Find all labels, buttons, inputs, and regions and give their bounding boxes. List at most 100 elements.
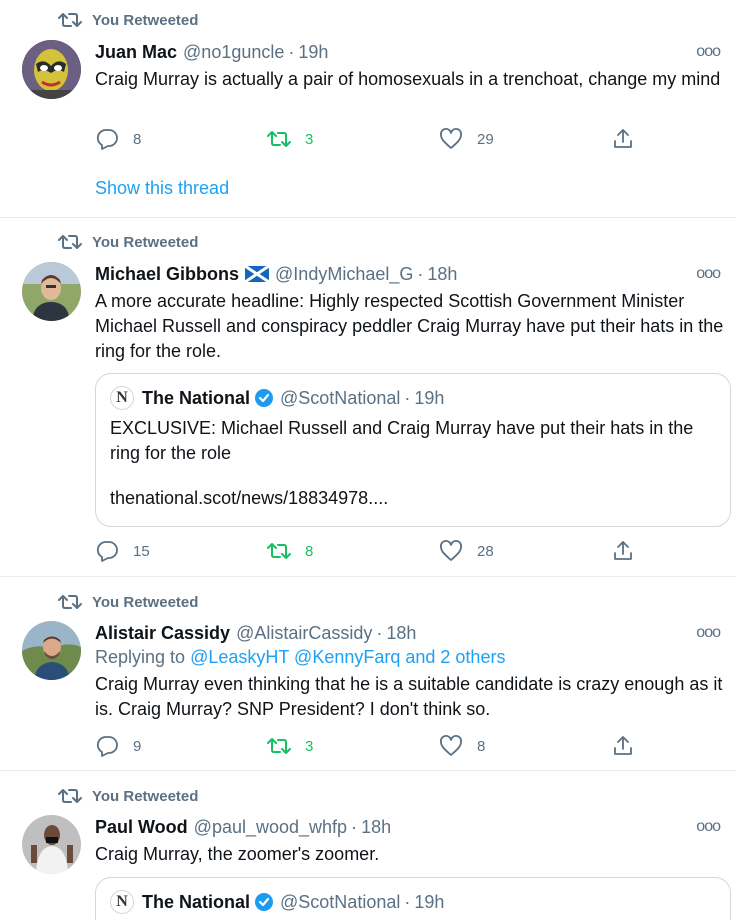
separator-dot: · <box>404 387 411 408</box>
display-name[interactable]: Paul Wood <box>95 817 188 838</box>
timestamp[interactable]: 19h <box>298 42 328 63</box>
quoted-handle: @ScotNational <box>280 891 401 912</box>
tweet-text: A more accurate headline: Highly respect… <box>95 291 724 361</box>
like-count: 8 <box>477 737 486 755</box>
timestamp[interactable]: 18h <box>386 623 416 644</box>
verified-badge-icon <box>255 389 274 407</box>
reply-icon <box>96 736 118 757</box>
quoted-tweet[interactable]: N The National @ScotNational · 19h EXCLU… <box>95 373 731 527</box>
user-handle[interactable]: @paul_wood_whfp <box>194 817 347 838</box>
quoted-display-name: The National <box>142 387 251 408</box>
retweet-label: You Retweeted <box>92 593 199 611</box>
retweet-icon <box>267 543 291 559</box>
tweet[interactable]: You Retweeted Juan Mac @no1guncle · 19h … <box>0 0 736 218</box>
retweet-icon <box>58 789 82 803</box>
like-button[interactable]: 28 <box>439 539 589 563</box>
separator-dot: · <box>417 263 424 284</box>
user-photo-avatar <box>22 262 81 321</box>
timestamp[interactable]: 18h <box>361 817 391 838</box>
heart-icon <box>440 128 462 149</box>
the-national-logo-icon: N <box>110 890 134 914</box>
retweet-context: You Retweeted <box>58 593 198 611</box>
retweet-icon <box>58 235 82 249</box>
quoted-link[interactable]: thenational.scot/news/18834978.... <box>110 488 716 509</box>
quoted-timestamp: 19h <box>414 891 445 912</box>
like-count: 29 <box>477 130 494 148</box>
retweet-icon <box>58 595 82 609</box>
like-button[interactable]: 29 <box>439 127 589 151</box>
separator-dot: · <box>351 816 358 837</box>
separator-dot: · <box>376 622 383 643</box>
retweet-context: You Retweeted <box>58 787 198 805</box>
tweet[interactable]: You Retweeted Alistair Cassidy @Alistair… <box>0 577 736 771</box>
tweet-text: Craig Murray, the zoomer's zoomer. <box>95 844 380 864</box>
retweet-icon <box>58 13 82 27</box>
like-button[interactable]: 8 <box>439 734 589 758</box>
retweet-count: 3 <box>305 737 314 755</box>
avatar[interactable] <box>22 621 81 680</box>
tweet[interactable]: You Retweeted Michael Gibbons @IndyMicha… <box>0 218 736 577</box>
user-handle[interactable]: @no1guncle <box>183 42 284 63</box>
replying-to: Replying to @LeaskyHT @KennyFarq and 2 o… <box>95 645 728 669</box>
quoted-tweet[interactable]: N The National @ScotNational · 19h <box>95 877 731 920</box>
timestamp[interactable]: 18h <box>427 264 457 285</box>
reply-count: 15 <box>133 542 150 560</box>
reply-count: 9 <box>133 737 142 755</box>
retweet-label: You Retweeted <box>92 787 199 805</box>
retweet-count: 3 <box>305 130 314 148</box>
display-name[interactable]: Juan Mac <box>95 42 177 63</box>
heart-icon <box>440 735 462 756</box>
reply-count: 8 <box>133 130 142 148</box>
retweet-label: You Retweeted <box>92 233 199 251</box>
retweet-button[interactable]: 3 <box>267 127 417 151</box>
scotland-flag-icon <box>245 266 270 282</box>
reply-button[interactable]: 9 <box>95 734 245 758</box>
like-count: 28 <box>477 542 494 560</box>
more-options-icon[interactable]: ooo <box>696 43 721 61</box>
share-icon <box>614 129 632 148</box>
share-button[interactable] <box>611 539 635 563</box>
share-button[interactable] <box>611 127 635 151</box>
share-icon <box>614 541 632 560</box>
reply-icon <box>96 541 118 562</box>
verified-badge-icon <box>255 893 274 911</box>
avatar[interactable] <box>22 815 81 874</box>
separator-dot: · <box>404 891 411 912</box>
quoted-text: EXCLUSIVE: Michael Russell and Craig Mur… <box>110 418 694 463</box>
retweet-icon <box>267 738 291 754</box>
reply-icon <box>96 129 118 150</box>
avatar[interactable] <box>22 262 81 321</box>
share-icon <box>614 736 632 755</box>
retweet-button[interactable]: 3 <box>267 734 417 758</box>
quoted-handle: @ScotNational <box>280 387 401 408</box>
more-options-icon[interactable]: ooo <box>696 265 721 283</box>
reply-button[interactable]: 15 <box>95 539 245 563</box>
reply-button[interactable]: 8 <box>95 127 245 151</box>
show-thread-link[interactable]: Show this thread <box>95 178 229 199</box>
more-options-icon[interactable]: ooo <box>696 818 721 836</box>
retweet-icon <box>267 131 291 147</box>
more-options-icon[interactable]: ooo <box>696 624 721 642</box>
avatar[interactable] <box>22 40 81 99</box>
user-handle[interactable]: @IndyMichael_G <box>275 264 413 285</box>
display-name[interactable]: Michael Gibbons <box>95 264 239 285</box>
replying-to-link[interactable]: @LeaskyHT @KennyFarq and 2 others <box>190 647 505 667</box>
retweet-count: 8 <box>305 542 314 560</box>
separator-dot: · <box>288 41 295 62</box>
retweet-context: You Retweeted <box>58 11 198 29</box>
user-photo-avatar <box>22 621 81 680</box>
user-photo-avatar <box>22 815 81 874</box>
heart-icon <box>440 540 462 561</box>
wrestler-mask-avatar <box>22 40 81 99</box>
retweet-button[interactable]: 8 <box>267 539 417 563</box>
the-national-logo-icon: N <box>110 386 134 410</box>
tweet-text: Craig Murray is actually a pair of homos… <box>95 69 721 89</box>
display-name[interactable]: Alistair Cassidy <box>95 623 230 644</box>
quoted-display-name: The National <box>142 891 251 912</box>
share-button[interactable] <box>611 734 635 758</box>
retweet-context: You Retweeted <box>58 233 198 251</box>
quoted-timestamp: 19h <box>414 387 445 408</box>
tweet[interactable]: You Retweeted Paul Wood @paul_wood_whfp … <box>0 771 736 920</box>
tweet-text: Craig Murray even thinking that he is a … <box>95 674 723 719</box>
user-handle[interactable]: @AlistairCassidy <box>236 623 372 644</box>
